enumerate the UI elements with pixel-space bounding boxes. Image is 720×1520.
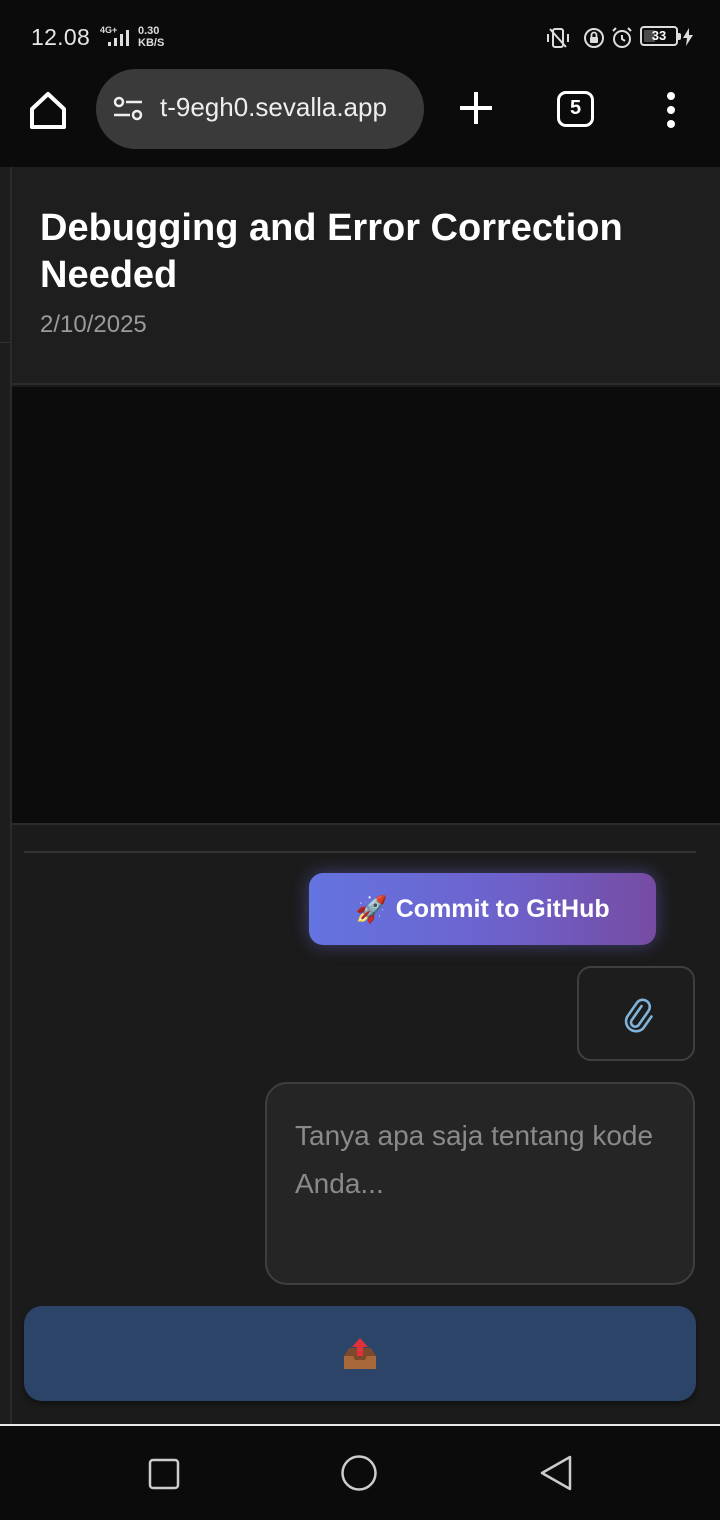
signal-strength-icon bbox=[108, 30, 129, 46]
chat-title: Debugging and Error Correction Needed bbox=[40, 207, 623, 296]
navigation-bar bbox=[0, 1424, 720, 1520]
network-speed-value: 0.30 bbox=[138, 25, 160, 37]
send-button[interactable] bbox=[24, 1306, 696, 1401]
network-speed: 0.30 KB/S bbox=[138, 25, 164, 49]
commit-button-label: Commit to GitHub bbox=[395, 894, 610, 923]
address-bar[interactable]: t-9egh0.sevalla.app bbox=[96, 69, 424, 149]
outbox-icon bbox=[344, 1338, 376, 1369]
composer: 🚀 Commit to GitHub bbox=[12, 823, 720, 1424]
plus-icon[interactable] bbox=[456, 88, 496, 128]
messages-area[interactable] bbox=[12, 387, 720, 823]
browser-toolbar: t-9egh0.sevalla.app 5 bbox=[0, 69, 720, 167]
site-settings-icon[interactable] bbox=[112, 93, 144, 125]
alarm-icon bbox=[612, 27, 632, 48]
url-text[interactable]: t-9egh0.sevalla.app bbox=[160, 92, 410, 123]
sidebar-collapsed bbox=[0, 167, 10, 1424]
recents-icon[interactable] bbox=[148, 1458, 180, 1490]
status-bar: 12.08 4G+ 0.30 KB/S 33 bbox=[0, 0, 720, 72]
network-speed-unit: KB/S bbox=[138, 37, 165, 49]
commit-to-github-button[interactable]: 🚀 Commit to GitHub bbox=[309, 873, 656, 945]
composer-divider bbox=[24, 851, 696, 853]
battery-nub bbox=[678, 33, 681, 40]
home-icon[interactable] bbox=[26, 88, 70, 132]
more-vert-icon[interactable] bbox=[662, 90, 680, 130]
chat-input[interactable] bbox=[265, 1082, 695, 1285]
tabs-icon[interactable]: 5 bbox=[557, 91, 594, 127]
charging-icon bbox=[683, 28, 693, 46]
sidebar-divider bbox=[0, 342, 10, 343]
web-page: Debugging and Error Correction Needed 2/… bbox=[0, 167, 720, 1424]
attach-file-button[interactable] bbox=[577, 966, 695, 1061]
rotation-lock-icon bbox=[584, 28, 604, 48]
battery-icon: 33 bbox=[640, 26, 678, 46]
chat-date: 2/10/2025 bbox=[40, 311, 147, 338]
battery-level: 33 bbox=[651, 28, 667, 43]
chat-header: Debugging and Error Correction Needed 2/… bbox=[12, 167, 720, 385]
home-circle-icon[interactable] bbox=[340, 1454, 378, 1492]
back-icon[interactable] bbox=[538, 1454, 574, 1492]
vibrate-icon bbox=[547, 28, 569, 48]
rocket-icon: 🚀 bbox=[355, 894, 388, 924]
status-time: 12.08 bbox=[31, 24, 91, 50]
paperclip-icon bbox=[624, 998, 653, 1033]
